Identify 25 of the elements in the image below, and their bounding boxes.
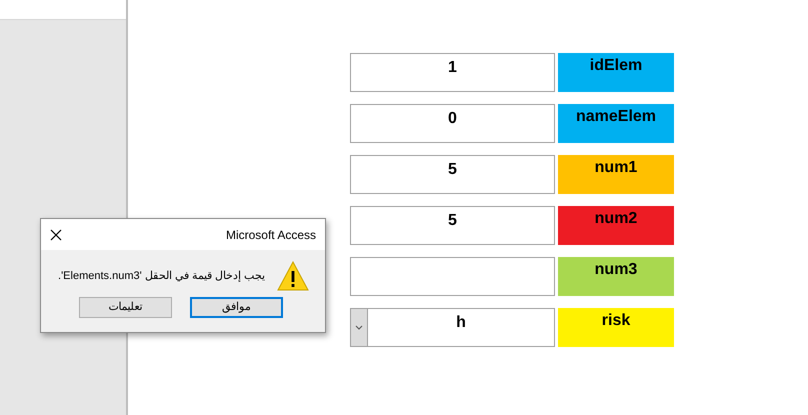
field-value: 0 bbox=[448, 109, 457, 129]
field-label: num3 bbox=[558, 257, 674, 296]
dropdown-button[interactable] bbox=[351, 309, 368, 346]
field-value: 5 bbox=[448, 211, 457, 231]
field-value: 5 bbox=[448, 160, 457, 180]
field-label: nameElem bbox=[558, 104, 674, 143]
error-message: يجب إدخال قيمة في الحقل 'Elements.num3'. bbox=[58, 268, 265, 284]
field-value: h bbox=[456, 313, 466, 333]
dialog-title: Microsoft Access bbox=[226, 226, 316, 244]
combo-box[interactable]: h bbox=[350, 308, 555, 347]
text-field[interactable] bbox=[350, 257, 555, 296]
close-icon[interactable] bbox=[50, 228, 62, 240]
field-label: idElem bbox=[558, 53, 674, 92]
field-value: 1 bbox=[448, 58, 457, 78]
field-label: num1 bbox=[558, 155, 674, 194]
text-field[interactable]: 1 bbox=[350, 53, 555, 92]
dialog-button[interactable]: موافق bbox=[190, 297, 283, 318]
field-label: num2 bbox=[558, 206, 674, 245]
warning-icon bbox=[277, 261, 309, 291]
dialog-button[interactable]: تعليمات bbox=[79, 297, 172, 318]
text-field[interactable]: 0 bbox=[350, 104, 555, 143]
field-label: risk bbox=[558, 308, 674, 347]
chevron-icon bbox=[355, 325, 363, 330]
text-field[interactable]: 5 bbox=[350, 155, 555, 194]
text-field[interactable]: 5 bbox=[350, 206, 555, 245]
